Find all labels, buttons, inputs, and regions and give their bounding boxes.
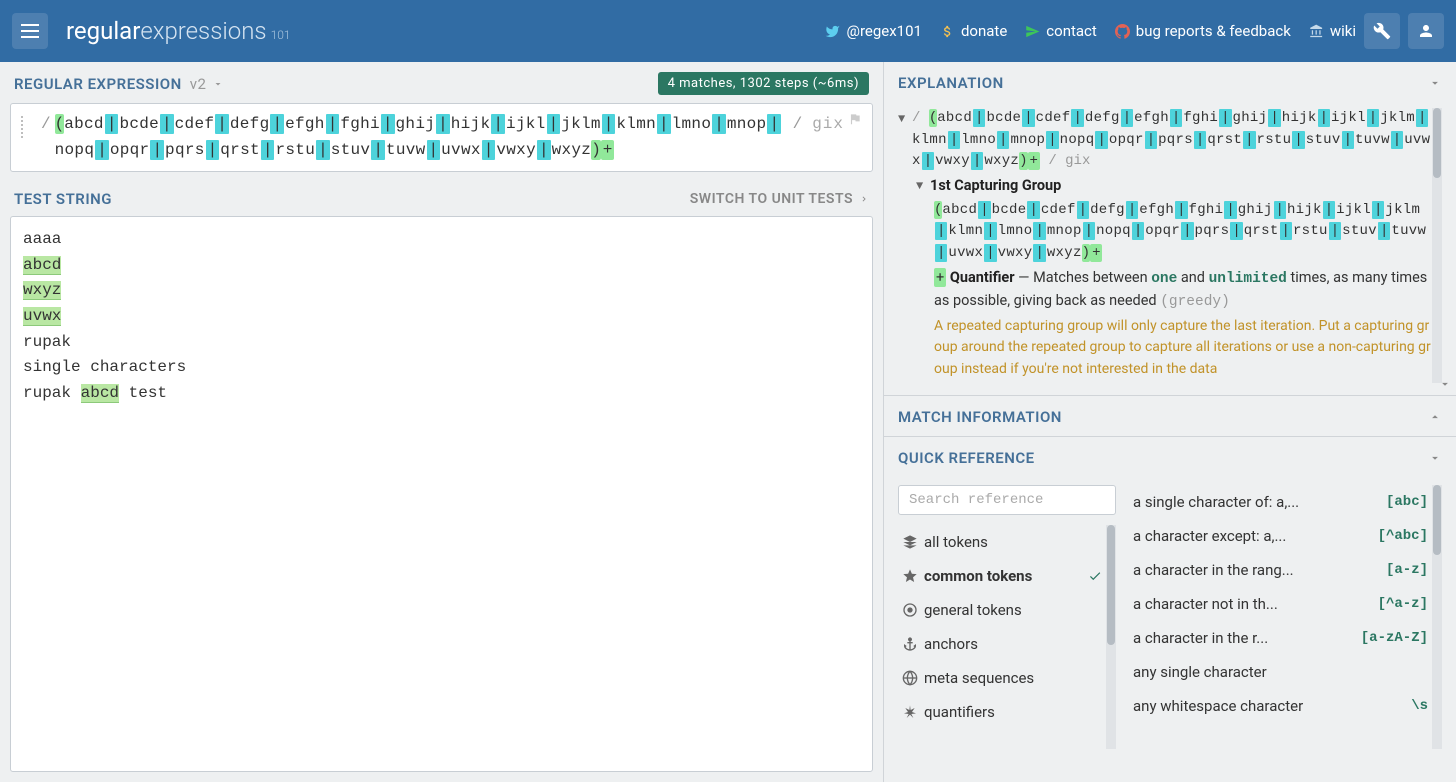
bank-icon	[1309, 24, 1324, 39]
target-icon	[902, 602, 924, 618]
switch-unit-tests-link[interactable]: SWITCH TO UNIT TESTS	[690, 191, 869, 207]
header-link-donate[interactable]: donate	[940, 22, 1007, 40]
regex-section-header: REGULAR EXPRESSION v2 4 matches, 1302 st…	[0, 62, 883, 103]
qr-item[interactable]: a character in the r...[a-zA-Z]	[1129, 621, 1432, 655]
send-icon	[1025, 24, 1040, 39]
test-string-title: TEST STRING	[14, 190, 112, 208]
star-icon	[902, 568, 924, 584]
header-link--regex101[interactable]: @regex101	[825, 22, 921, 40]
check-icon	[1088, 569, 1102, 583]
qr-item[interactable]: a character except: a,...[^abc]	[1129, 519, 1432, 553]
chevron-down-icon	[1428, 451, 1442, 465]
qr-category-meta-sequences[interactable]: meta sequences	[898, 661, 1106, 695]
qr-item[interactable]: any single character	[1129, 655, 1432, 689]
exp-pattern-top: (abcd|bcde|cdef|defg|efgh|fghi|ghij|hijk…	[912, 110, 1430, 169]
qr-item[interactable]: any whitespace character\s	[1129, 689, 1432, 723]
quick-reference-header[interactable]: QUICK REFERENCE	[884, 437, 1456, 477]
match-status-badge: 4 matches, 1302 steps (~6ms)	[658, 72, 869, 95]
dollar-icon	[940, 24, 955, 39]
user-icon	[1417, 22, 1435, 40]
settings-button[interactable]	[1364, 13, 1400, 49]
anchor-icon	[902, 636, 924, 652]
qr-item[interactable]: a character in the rang...[a-z]	[1129, 553, 1432, 587]
collapse-arrow-icon[interactable]: ▼	[898, 110, 912, 129]
wrench-icon	[1373, 22, 1391, 40]
user-button[interactable]	[1408, 13, 1444, 49]
regex-input[interactable]: / (abcd|bcde|cdef|defg|efgh|fghi|ghij|hi…	[10, 103, 873, 172]
regex-version[interactable]: v2	[190, 75, 207, 93]
exp-pattern-group: (abcd|bcde|cdef|defg|efgh|fghi|ghij|hijk…	[934, 200, 1432, 265]
logo-text-light: expressions	[140, 17, 266, 45]
qr-category-general-tokens[interactable]: general tokens	[898, 593, 1106, 627]
asterisk-icon	[902, 704, 924, 720]
explanation-body: ▼ / (abcd|bcde|cdef|defg|efgh|fghi|ghij|…	[884, 102, 1456, 395]
test-line: abcd	[23, 253, 860, 279]
github-icon	[1115, 24, 1130, 39]
qr-category-all-tokens[interactable]: all tokens	[898, 525, 1106, 559]
explanation-header[interactable]: EXPLANATION	[884, 62, 1456, 102]
test-line: rupak	[23, 330, 860, 356]
scrollbar[interactable]	[1432, 108, 1442, 383]
header-link-bug-reports-feedback[interactable]: bug reports & feedback	[1115, 22, 1291, 40]
qr-category-quantifiers[interactable]: quantifiers	[898, 695, 1106, 729]
twitter-icon	[825, 24, 840, 39]
chevron-right-icon	[859, 192, 869, 206]
delimiter-open: /	[41, 112, 51, 138]
flag-icon[interactable]	[848, 112, 862, 126]
hamburger-icon	[21, 24, 39, 38]
drag-handle-icon[interactable]	[21, 116, 31, 138]
test-line: wxyz	[23, 278, 860, 304]
menu-button[interactable]	[12, 13, 48, 49]
regex-flags[interactable]: gix	[812, 112, 844, 138]
chevron-down-icon[interactable]	[212, 78, 224, 90]
stack-icon	[902, 534, 924, 550]
match-info-header[interactable]: MATCH INFORMATION	[884, 396, 1456, 436]
regex-pattern[interactable]: (abcd|bcde|cdef|defg|efgh|fghi|ghij|hijk…	[55, 112, 789, 163]
test-line: single characters	[23, 355, 860, 381]
test-line: rupak abcd test	[23, 381, 860, 407]
search-reference-input[interactable]	[898, 485, 1116, 515]
qr-item[interactable]: a character not in th...[^a-z]	[1129, 587, 1432, 621]
test-string-input[interactable]: aaaaabcdwxyzuvwxrupaksingle charactersru…	[10, 216, 873, 772]
chevron-down-icon	[1428, 76, 1442, 90]
logo-sub: 101	[271, 28, 291, 42]
scrollbar[interactable]	[1432, 485, 1442, 749]
chevron-up-icon	[1428, 410, 1442, 424]
logo-text-bold: regular	[66, 17, 140, 45]
explanation-warning: A repeated capturing group will only cap…	[934, 316, 1432, 381]
regex-title: REGULAR EXPRESSION	[14, 75, 182, 93]
scrollbar[interactable]	[1106, 525, 1116, 749]
qr-category-anchors[interactable]: anchors	[898, 627, 1106, 661]
logo[interactable]: regularexpressions 101	[66, 17, 291, 45]
delimiter-close: /	[793, 112, 803, 138]
test-line: uvwx	[23, 304, 860, 330]
chevron-down-icon[interactable]	[1438, 377, 1452, 391]
header-link-wiki[interactable]: wiki	[1309, 22, 1356, 40]
collapse-arrow-icon[interactable]: ▼	[916, 177, 930, 196]
test-line: aaaa	[23, 227, 860, 253]
qr-item[interactable]: a single character of: a,...[abc]	[1129, 485, 1432, 519]
qr-category-common-tokens[interactable]: common tokens	[898, 559, 1106, 593]
globe-icon	[902, 670, 924, 686]
header-link-contact[interactable]: contact	[1025, 22, 1097, 40]
